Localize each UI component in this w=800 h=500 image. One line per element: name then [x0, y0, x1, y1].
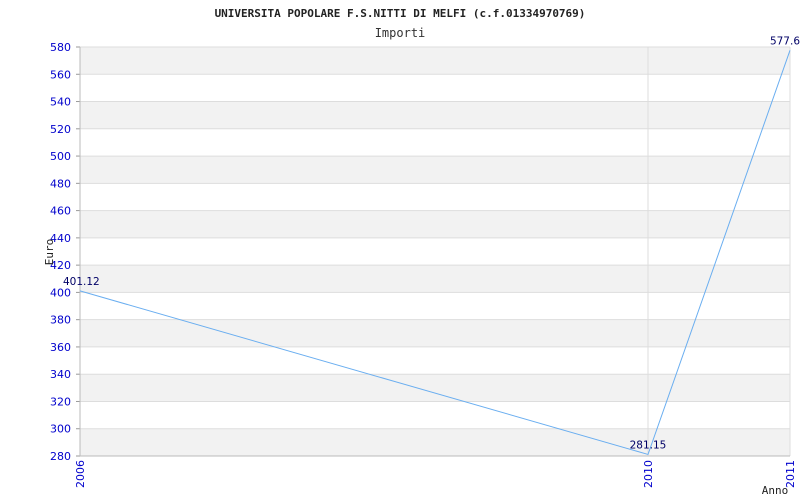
- grid-band: [80, 374, 790, 402]
- grid-band: [80, 47, 790, 75]
- x-tick-label: 2006: [74, 460, 87, 488]
- grid-band: [80, 319, 790, 347]
- data-label: 577.6: [770, 35, 800, 47]
- grid-bands: [80, 47, 790, 456]
- y-tick-label: 380: [50, 314, 71, 327]
- y-tick-label: 560: [50, 68, 71, 81]
- line-chart: UNIVERSITA POPOLARE F.S.NITTI DI MELFI (…: [43, 7, 800, 497]
- grid-band: [80, 210, 790, 238]
- chart-title: UNIVERSITA POPOLARE F.S.NITTI DI MELFI (…: [215, 7, 586, 20]
- y-tick-label: 500: [50, 150, 71, 163]
- grid-band: [80, 156, 790, 184]
- x-tick-label: 2010: [642, 460, 655, 488]
- data-label: 401.12: [63, 276, 100, 288]
- y-tick-label: 300: [50, 423, 71, 436]
- y-tick-label: 520: [50, 123, 71, 136]
- y-tick-label: 280: [50, 450, 71, 463]
- y-tick-label: 340: [50, 368, 71, 381]
- y-tick-label: 460: [50, 205, 71, 218]
- x-tick-labels: 2006 2010 2011: [74, 460, 797, 488]
- data-label: 281.15: [630, 439, 667, 451]
- y-axis-title: Euro: [43, 239, 56, 266]
- y-tick-label: 360: [50, 341, 71, 354]
- y-tick-label: 400: [50, 286, 71, 299]
- chart-subtitle: Importi: [375, 26, 426, 40]
- x-axis-title: Anno: [762, 484, 789, 497]
- grid-band: [80, 265, 790, 293]
- y-tick-label: 580: [50, 41, 71, 54]
- y-tick-label: 320: [50, 395, 71, 408]
- grid-band: [80, 428, 790, 456]
- grid-band: [80, 101, 790, 129]
- y-tick-label: 540: [50, 96, 71, 109]
- y-tick-label: 480: [50, 177, 71, 190]
